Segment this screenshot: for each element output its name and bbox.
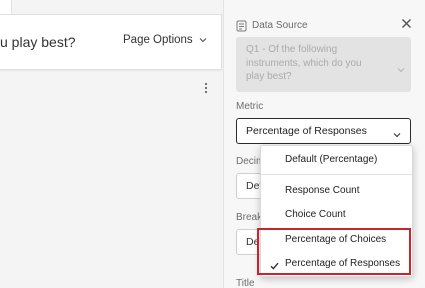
data-source-select[interactable]: Q1 - Of the following instruments, which… bbox=[236, 37, 411, 92]
metric-dropdown-menu: Default (Percentage) Response Count Choi… bbox=[260, 145, 413, 277]
chevron-down-icon bbox=[397, 60, 405, 78]
title-label: Title bbox=[236, 278, 255, 288]
metric-label: Metric bbox=[236, 101, 264, 112]
menu-item-choice-count[interactable]: Choice Count bbox=[261, 209, 412, 220]
menu-item-label: Default (Percentage) bbox=[285, 154, 378, 165]
breakout-label: Break bbox=[236, 212, 263, 223]
editor-canvas: u play best? Page Options bbox=[0, 0, 223, 288]
question-card: u play best? Page Options bbox=[0, 14, 222, 70]
data-source-line: play best? bbox=[246, 71, 292, 82]
menu-item-response-count[interactable]: Response Count bbox=[261, 185, 412, 196]
metric-select-value: Percentage of Responses bbox=[246, 125, 367, 137]
close-icon[interactable] bbox=[401, 16, 412, 34]
chevron-down-icon bbox=[393, 129, 401, 141]
data-source-line: Q1 - Of the following bbox=[246, 44, 338, 55]
page-options-label: Page Options bbox=[123, 34, 193, 46]
menu-divider bbox=[261, 174, 412, 175]
page-options-button[interactable]: Page Options bbox=[123, 34, 207, 46]
menu-item-default-percentage[interactable]: Default (Percentage) bbox=[261, 154, 412, 165]
data-source-line: instruments, which do you bbox=[246, 57, 362, 69]
checkmark-icon bbox=[270, 257, 279, 275]
question-text: u play best? bbox=[0, 34, 76, 50]
data-source-icon bbox=[236, 19, 247, 37]
menu-item-label: Percentage of Choices bbox=[285, 234, 387, 245]
menu-item-label: Choice Count bbox=[285, 209, 346, 220]
menu-item-label: Response Count bbox=[285, 185, 360, 196]
metric-select[interactable]: Percentage of Responses bbox=[236, 118, 411, 144]
menu-item-percentage-of-responses[interactable]: Percentage of Responses bbox=[261, 258, 412, 269]
menu-item-percentage-of-choices[interactable]: Percentage of Choices bbox=[261, 234, 412, 245]
menu-item-label: Percentage of Responses bbox=[285, 258, 401, 269]
chevron-down-icon bbox=[199, 37, 207, 43]
data-source-label: Data Source bbox=[252, 20, 308, 31]
breakout-value: De bbox=[246, 236, 260, 248]
kebab-menu-icon[interactable] bbox=[200, 80, 212, 96]
